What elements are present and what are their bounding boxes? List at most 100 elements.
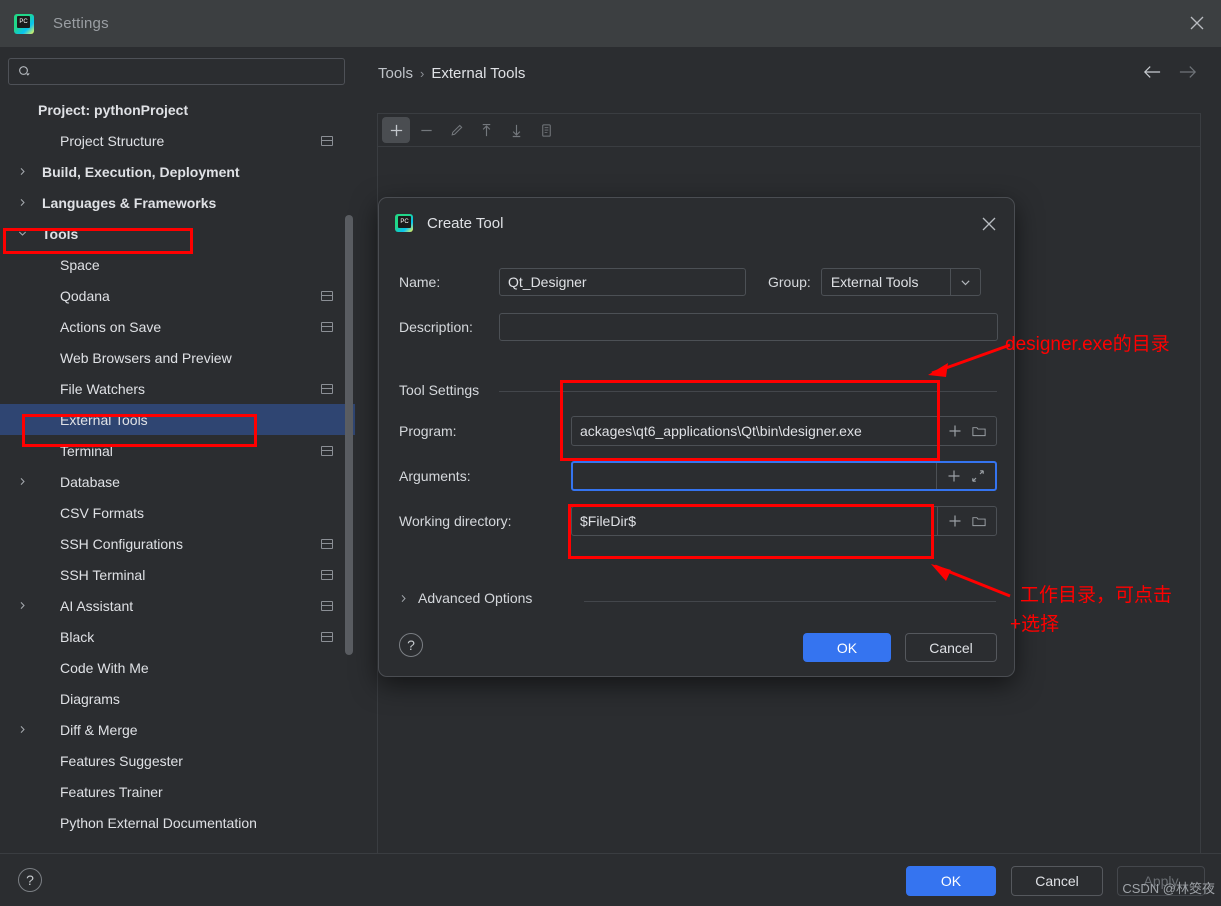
sidebar-item-label: Actions on Save [60,318,162,335]
sidebar-item-label: AI Assistant [60,597,134,614]
advanced-options-toggle[interactable]: Advanced Options [399,590,532,606]
sidebar-item-label: CSV Formats [60,504,145,521]
sidebar-item-space[interactable]: Space [0,249,355,280]
pencil-icon [449,123,464,138]
folder-icon[interactable] [968,510,990,532]
move-down-button [502,117,530,143]
description-input[interactable] [499,313,998,341]
sidebar-item-label: Project: pythonProject [38,101,189,118]
tool-settings-divider [499,391,997,392]
sidebar-item-label: Black [60,628,95,645]
sidebar-item-csv-formats[interactable]: CSV Formats [0,497,355,528]
chevron-right-icon[interactable] [18,714,27,745]
footer-help-button[interactable]: ? [18,868,42,892]
copy-icon [539,123,554,138]
arrow-down-icon [509,123,524,138]
footer-ok-label: OK [940,873,962,889]
annotation-program-note: designer.exe的目录 [1005,334,1170,355]
sidebar-item-label: Database [60,473,120,490]
plus-icon[interactable] [944,510,966,532]
plus-icon[interactable] [943,465,965,487]
group-dropdown-value: External Tools [830,274,919,290]
sidebar-item-ssh-terminal[interactable]: SSH Terminal [0,559,355,590]
arrow-up-icon [479,123,494,138]
sidebar-item-label: File Watchers [60,380,146,397]
minus-icon [419,123,434,138]
working-directory-field[interactable] [571,506,997,536]
breadcrumb-parent[interactable]: Tools [378,65,413,82]
sidebar-item-external-tools[interactable]: External Tools [0,404,355,435]
program-input[interactable] [572,417,937,445]
settings-sidebar: Project: pythonProject Project Structure B… [0,47,355,853]
arrow-left-icon[interactable] [1143,65,1161,84]
sidebar-item-terminal[interactable]: Terminal [0,435,355,466]
sidebar-scrollbar[interactable] [345,215,353,655]
chevron-down-icon[interactable] [18,218,27,249]
window-title: Settings [53,15,109,32]
sidebar-item-ssh-configurations[interactable]: SSH Configurations [0,528,355,559]
project-scope-icon [321,383,333,394]
footer-ok-button[interactable]: OK [906,866,996,896]
chevron-right-icon[interactable] [18,466,27,497]
sidebar-item-tools[interactable]: Tools [0,218,355,249]
sidebar-item-qodana[interactable]: Qodana [0,280,355,311]
sidebar-item-build-execution-deployment[interactable]: Build, Execution, Deployment [0,156,355,187]
arguments-row: Arguments: [399,461,999,491]
arguments-field[interactable] [571,461,997,491]
search-input[interactable] [32,64,344,79]
sidebar-item-actions-on-save[interactable]: Actions on Save [0,311,355,342]
search-icon [19,65,30,76]
tool-settings-label: Tool Settings [399,382,488,398]
chevron-right-icon[interactable] [18,590,27,621]
sidebar-item-black[interactable]: Black [0,621,355,652]
chevron-right-icon[interactable] [18,156,27,187]
arguments-input[interactable] [573,463,936,489]
working-directory-field-buttons [937,507,996,535]
program-field[interactable] [571,416,997,446]
working-directory-input[interactable] [572,507,937,535]
name-input[interactable] [499,268,746,296]
sidebar-item-languages-frameworks[interactable]: Languages & Frameworks [0,187,355,218]
sidebar-item-label: Project Structure [60,132,165,149]
sidebar-item-label: Features Suggester [60,752,183,769]
sidebar-item-features-trainer[interactable]: Features Trainer [0,776,355,807]
sidebar-item-web-browsers-and-preview[interactable]: Web Browsers and Preview [0,342,355,373]
footer-cancel-label: Cancel [1035,873,1079,889]
working-directory-label: Working directory: [399,513,512,529]
sidebar-item-label: Languages & Frameworks [42,194,217,211]
chevron-right-icon[interactable] [18,187,27,218]
sidebar-item-ai-assistant[interactable]: AI Assistant [0,590,355,621]
add-tool-button[interactable] [382,117,410,143]
sidebar-item-code-with-me[interactable]: Code With Me [0,652,355,683]
sidebar-item-python-external-documentation[interactable]: Python External Documentation [0,807,355,838]
dialog-cancel-button[interactable]: Cancel [905,633,997,662]
dialog-header: Create Tool [379,198,1014,248]
expand-diagonal-icon[interactable] [967,465,989,487]
dialog-help-button[interactable]: ? [399,633,423,657]
dialog-cancel-label: Cancel [929,639,973,656]
sidebar-item-project-structure[interactable]: Project Structure [0,125,355,156]
sidebar-item-label: Web Browsers and Preview [60,349,232,366]
dialog-ok-button[interactable]: OK [803,633,891,662]
sidebar-item-diagrams[interactable]: Diagrams [0,683,355,714]
plus-icon[interactable] [944,420,966,442]
sidebar-item-project-pythonproject[interactable]: Project: pythonProject [0,94,355,125]
close-icon[interactable] [1181,8,1213,38]
program-label: Program: [399,423,457,439]
dialog-close-icon[interactable] [976,211,1002,237]
footer-cancel-button[interactable]: Cancel [1011,866,1103,896]
sidebar-item-database[interactable]: Database [0,466,355,497]
group-dropdown[interactable]: External Tools [820,268,981,296]
settings-footer: ? OK Cancel Apply [0,853,1221,906]
sidebar-item-diff-merge[interactable]: Diff & Merge [0,714,355,745]
sidebar-item-file-watchers[interactable]: File Watchers [0,373,355,404]
folder-icon[interactable] [968,420,990,442]
sidebar-item-label: SSH Configurations [60,535,183,552]
arrow-right-icon[interactable] [1179,65,1197,84]
sidebar-item-features-suggester[interactable]: Features Suggester [0,745,355,776]
copy-tool-button [532,117,560,143]
search-box[interactable] [8,58,345,85]
sidebar-item-label: Features Trainer [60,783,163,800]
dialog-title: Create Tool [427,214,504,232]
project-scope-icon [321,321,333,332]
